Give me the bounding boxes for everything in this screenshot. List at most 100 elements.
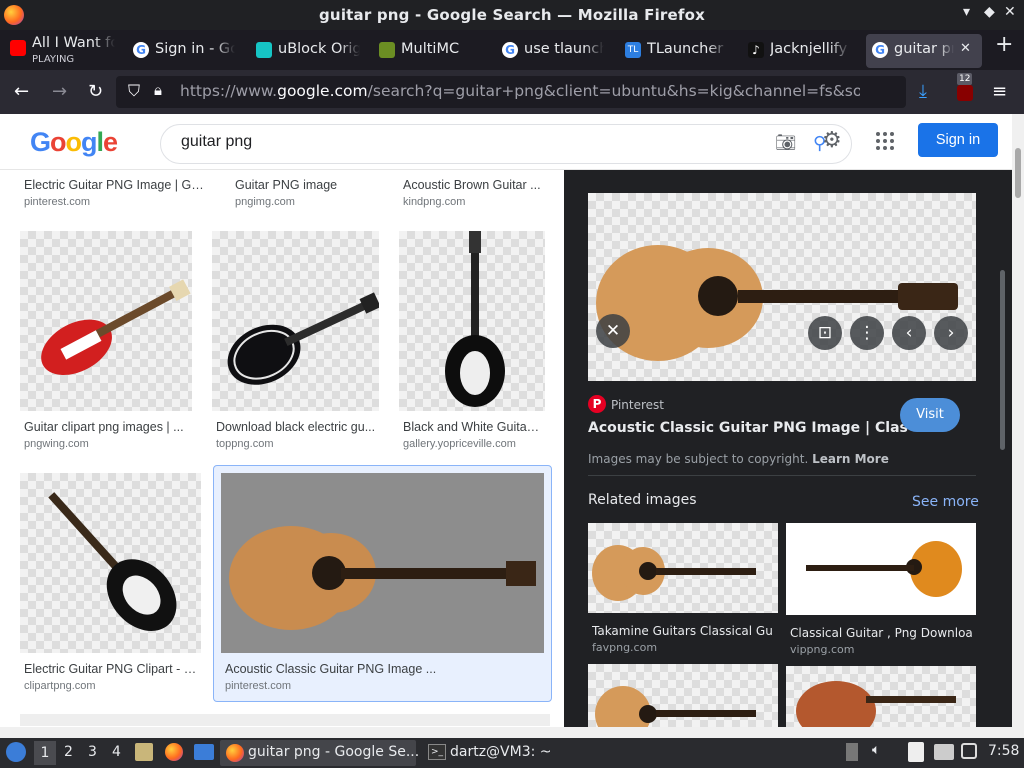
terminal-icon: >_ <box>428 744 446 760</box>
file-manager-icon[interactable] <box>135 743 153 761</box>
panel-scrollbar[interactable] <box>1000 270 1005 450</box>
download-icon[interactable]: ⤓ <box>919 81 927 103</box>
related-image[interactable] <box>786 523 976 615</box>
related-image[interactable] <box>588 523 778 613</box>
taskbar-firefox-window[interactable]: guitar png - Google Se... <box>220 740 419 766</box>
reload-icon[interactable]: ↻ <box>88 81 103 103</box>
url-bar[interactable]: ⛉ 🔒︎ https://www.google.com/search?q=gui… <box>116 76 906 108</box>
window-title: guitar png - Google Search — Mozilla Fir… <box>319 6 705 24</box>
camera-icon[interactable]: 📷︎ <box>775 133 797 153</box>
visit-button[interactable]: Visit <box>900 398 960 432</box>
network-icon[interactable] <box>934 744 954 760</box>
tab-signin[interactable]: G Sign in - Go <box>133 34 235 68</box>
close-preview-icon[interactable]: ✕ <box>596 314 630 348</box>
see-more-link[interactable]: See more <box>912 494 979 510</box>
tab-strip: All I Want fo PLAYING G Sign in - Go uBl… <box>0 30 1024 70</box>
youtube-icon <box>10 40 26 56</box>
google-icon: G <box>133 42 149 58</box>
result-item[interactable]: Guitar PNG image pngimg.com <box>235 178 385 208</box>
workspace-2[interactable]: 2 <box>64 744 73 760</box>
tiktok-icon: ♪ <box>748 42 764 58</box>
learn-more-link[interactable]: Learn More <box>812 452 889 466</box>
result-item[interactable]: Electric Guitar PNG Image | Gui... pinter… <box>24 178 206 208</box>
image-preview-panel: ✕ ⊡ ⋮ ‹ › P Pinterest Acoustic Classic G… <box>564 170 1012 738</box>
google-logo[interactable]: Google <box>30 127 118 158</box>
pinterest-icon: P <box>588 395 606 413</box>
search-input[interactable] <box>181 133 741 151</box>
ublock-icon <box>256 42 272 58</box>
sign-in-button[interactable]: Sign in <box>918 123 998 157</box>
close-window-icon[interactable]: ✕ <box>1004 4 1016 20</box>
workspace-3[interactable]: 3 <box>88 744 97 760</box>
related-images-heading: Related images <box>588 492 697 508</box>
ublock-badge: 12 <box>957 73 973 85</box>
related-title[interactable]: Classical Guitar , Png Downloa... <box>790 626 972 640</box>
previous-image-icon[interactable]: ‹ <box>892 316 926 350</box>
tab-youtube[interactable]: All I Want fo PLAYING <box>10 34 115 68</box>
new-tab-icon[interactable]: + <box>995 32 1019 66</box>
clock[interactable]: 7:58 <box>988 743 1019 759</box>
lens-search-icon[interactable]: ⊡ <box>808 316 842 350</box>
shield-icon[interactable]: ⛉ <box>128 81 140 101</box>
related-title[interactable]: Takamine Guitars Classical Gui... <box>592 624 774 638</box>
google-icon: G <box>872 42 888 58</box>
url-text[interactable]: https://www.google.com/search?q=guitar+p… <box>180 82 860 100</box>
menu-icon[interactable]: ≡ <box>992 81 1007 103</box>
related-source: vippng.com <box>790 643 855 656</box>
battery-icon[interactable] <box>846 743 858 761</box>
preview-title[interactable]: Acoustic Classic Guitar PNG Image | Clas… <box>588 420 908 436</box>
selected-result[interactable]: Acoustic Classic Guitar PNG Image ... pin… <box>213 465 552 702</box>
close-tab-icon[interactable]: ✕ <box>960 41 971 56</box>
divider <box>588 475 976 476</box>
vertical-scrollbar[interactable] <box>1012 114 1024 738</box>
horizontal-scrollbar[interactable] <box>0 727 1012 738</box>
result-image[interactable] <box>20 473 201 653</box>
lock-icon[interactable]: 🔒︎ <box>154 81 162 99</box>
more-options-icon[interactable]: ⋮ <box>850 316 884 350</box>
workspace-4[interactable]: 4 <box>112 744 121 760</box>
result-item[interactable]: Black and White Guitar ... gallery.yopric… <box>403 420 543 450</box>
copyright-notice: Images may be subject to copyright. Lear… <box>588 452 889 466</box>
workspace-1[interactable]: 1 <box>34 741 56 765</box>
result-item[interactable]: Guitar clipart png images | ... pngwing.c… <box>24 420 184 450</box>
apps-grid-icon[interactable] <box>876 132 894 150</box>
multimc-icon <box>379 42 395 58</box>
result-image[interactable] <box>399 231 545 411</box>
forward-icon[interactable]: → <box>52 81 67 103</box>
result-item[interactable]: Download black electric gu... toppng.com <box>216 420 376 450</box>
volume-icon[interactable]: 🔈︎ <box>872 742 880 758</box>
firefox-launcher-icon[interactable] <box>165 743 183 761</box>
next-row-partial <box>20 714 550 726</box>
updates-icon[interactable] <box>961 743 977 759</box>
tab-tiktok[interactable]: ♪ Jacknjellify <box>748 34 850 68</box>
search-box[interactable]: 📷︎ ⚲ <box>160 124 852 164</box>
tab-multimc[interactable]: MultiMC <box>379 34 489 68</box>
page-content: Google 📷︎ ⚲ ⚙ Sign in Electric Guitar PN… <box>0 114 1024 738</box>
ublock-extension-icon[interactable]: 12 <box>955 73 977 103</box>
minimize-icon[interactable]: ▾ <box>963 4 970 20</box>
back-icon[interactable]: ← <box>14 81 29 103</box>
tab-tlauncher[interactable]: TL TLauncher - <box>625 34 728 68</box>
system-taskbar: 1 2 3 4 guitar png - Google Se... >_ dar… <box>0 738 1024 768</box>
tab-ublock[interactable]: uBlock Origi <box>256 34 360 68</box>
result-item[interactable]: Acoustic Brown Guitar ... kindpng.com <box>403 178 543 208</box>
google-icon: G <box>502 42 518 58</box>
maximize-icon[interactable]: ◆ <box>984 4 995 20</box>
firefox-icon <box>226 744 244 762</box>
google-header: Google 📷︎ ⚲ ⚙ Sign in <box>0 114 1012 170</box>
start-menu-icon[interactable] <box>6 742 26 762</box>
result-image[interactable] <box>221 473 544 653</box>
preview-image[interactable] <box>588 193 976 381</box>
preview-source: Pinterest <box>611 398 665 412</box>
clipboard-icon[interactable] <box>908 742 924 762</box>
tab-use-tlauncher[interactable]: G use tlaunch <box>502 34 604 68</box>
tab-guitar-png[interactable]: G guitar png ✕ <box>866 34 982 68</box>
result-item[interactable]: Electric Guitar PNG Clipart - B... clipar… <box>24 662 198 692</box>
desktop-icon[interactable] <box>194 744 214 760</box>
gear-icon[interactable]: ⚙ <box>822 128 842 153</box>
result-image[interactable] <box>212 231 381 411</box>
related-source: favpng.com <box>592 641 658 654</box>
next-image-icon[interactable]: › <box>934 316 968 350</box>
taskbar-terminal-window[interactable]: >_ dartz@VM3: ~ <box>426 740 576 766</box>
result-image[interactable] <box>20 231 192 411</box>
